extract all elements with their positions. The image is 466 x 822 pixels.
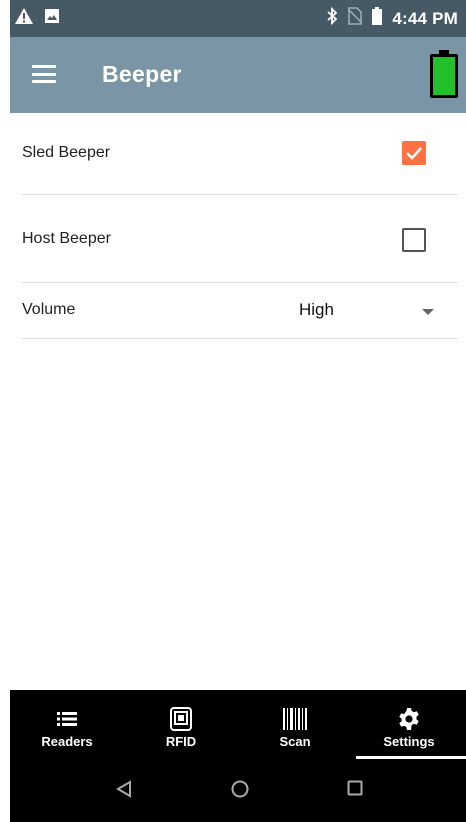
volume-label: Volume: [22, 301, 76, 318]
host-beeper-row[interactable]: Host Beeper: [22, 195, 458, 283]
no-sim-icon: [347, 7, 363, 30]
host-beeper-label: Host Beeper: [22, 230, 111, 247]
gear-icon: [397, 706, 421, 732]
home-icon[interactable]: [231, 780, 249, 798]
checkmark-icon: [406, 147, 422, 160]
nav-scan[interactable]: Scan: [238, 690, 352, 764]
bottom-nav: Readers RFID Scan Settings: [10, 690, 466, 764]
nav-rfid[interactable]: RFID: [124, 690, 238, 764]
app-bar: Beeper: [10, 37, 466, 113]
status-bar-left: [14, 7, 60, 30]
bluetooth-icon: [326, 6, 338, 30]
back-icon[interactable]: [116, 780, 132, 798]
battery-full-icon: [430, 50, 458, 98]
volume-select-value[interactable]: High: [299, 300, 334, 320]
barcode-icon: [283, 706, 307, 732]
nav-settings-label: Settings: [383, 734, 435, 749]
list-icon: [57, 706, 77, 732]
page-title: Beeper: [102, 61, 182, 87]
dropdown-arrow-icon[interactable]: [422, 309, 434, 315]
phone-battery-icon: [372, 7, 383, 30]
recents-icon[interactable]: [347, 780, 363, 796]
sled-beeper-checkbox[interactable]: [402, 141, 426, 165]
nav-scan-label: Scan: [279, 734, 311, 749]
host-beeper-checkbox[interactable]: [402, 228, 426, 252]
rfid-icon: [170, 706, 192, 732]
sled-beeper-row[interactable]: Sled Beeper: [22, 113, 458, 195]
system-nav-bar: [10, 764, 466, 822]
menu-icon[interactable]: [32, 65, 56, 83]
status-bar-right: 4:44 PM: [326, 6, 458, 30]
status-bar: 4:44 PM: [10, 0, 466, 37]
nav-readers[interactable]: Readers: [10, 690, 124, 764]
warning-icon: [14, 7, 34, 30]
nav-rfid-label: RFID: [165, 734, 197, 749]
image-icon: [44, 8, 60, 29]
nav-selected-indicator: [356, 756, 466, 759]
settings-content: Sled Beeper Host Beeper Volume High: [10, 113, 466, 690]
status-time: 4:44 PM: [392, 8, 458, 28]
nav-settings[interactable]: Settings: [352, 690, 466, 764]
volume-row: Volume High: [22, 283, 458, 339]
nav-readers-label: Readers: [41, 734, 93, 749]
sled-beeper-label: Sled Beeper: [22, 144, 111, 161]
